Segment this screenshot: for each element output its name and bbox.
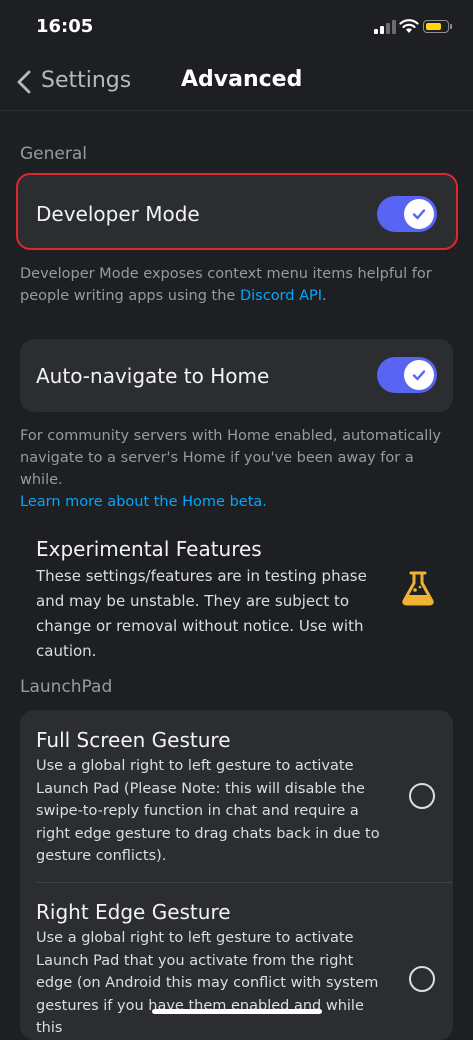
right-edge-gesture-radio[interactable] (409, 966, 435, 992)
section-label-launchpad: LaunchPad (20, 677, 113, 697)
option-title: Right Edge Gesture (36, 900, 231, 924)
developer-mode-row[interactable]: Developer Mode (16, 173, 458, 250)
back-chevron-icon[interactable] (12, 68, 40, 96)
auto-navigate-row[interactable]: Auto-navigate to Home (20, 339, 453, 412)
auto-navigate-label: Auto-navigate to Home (36, 364, 270, 388)
experimental-features-description: These settings/features are in testing p… (36, 567, 367, 660)
page-title: Advanced (181, 67, 303, 92)
developer-mode-label: Developer Mode (36, 202, 200, 226)
cellular-signal-icon (374, 20, 396, 34)
home-indicator[interactable] (152, 1009, 322, 1014)
battery-cap (450, 24, 452, 29)
right-edge-gesture-option[interactable]: Right Edge Gesture Use a global right to… (20, 883, 453, 1040)
full-screen-gesture-option[interactable]: Full Screen Gesture Use a global right t… (20, 710, 453, 882)
option-title: Full Screen Gesture (36, 728, 231, 752)
developer-mode-toggle[interactable] (377, 196, 437, 232)
launchpad-options-card: Full Screen Gesture Use a global right t… (20, 710, 453, 1040)
wifi-icon (399, 19, 419, 33)
home-beta-link[interactable]: Learn more about the Home beta. (20, 491, 452, 513)
full-screen-gesture-radio[interactable] (409, 783, 435, 809)
developer-mode-help: Developer Mode exposes context menu item… (20, 266, 432, 304)
check-icon (404, 199, 434, 229)
battery-icon (423, 20, 449, 33)
experimental-features-row[interactable]: Experimental Features These settings/fea… (20, 524, 453, 660)
discord-api-link[interactable]: Discord API (240, 288, 322, 304)
option-description: Use a global right to left gesture to ac… (36, 930, 379, 1036)
flask-icon (402, 571, 434, 606)
status-time: 16:05 (36, 16, 94, 37)
experimental-features-title: Experimental Features (36, 537, 262, 561)
section-label-general: General (20, 144, 87, 164)
option-description: Use a global right to left gesture to ac… (36, 758, 380, 864)
auto-navigate-help: For community servers with Home enabled,… (20, 425, 452, 513)
auto-navigate-toggle[interactable] (377, 357, 437, 393)
header-divider (0, 110, 473, 111)
check-icon (404, 360, 434, 390)
back-button[interactable]: Settings (41, 68, 131, 93)
